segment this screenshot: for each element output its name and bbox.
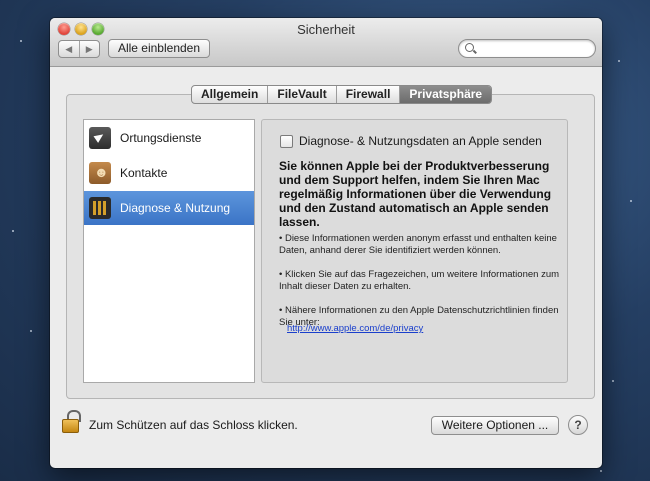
sidebar-item-label: Ortungsdienste bbox=[120, 131, 202, 145]
show-all-button[interactable]: Alle einblenden bbox=[108, 39, 210, 58]
tab-filevault[interactable]: FileVault bbox=[268, 86, 337, 103]
lock-hint: Zum Schützen auf das Schloss klicken. bbox=[89, 418, 298, 432]
tab-general[interactable]: Allgemein bbox=[192, 86, 269, 103]
forward-icon[interactable]: ▶ bbox=[80, 41, 100, 57]
intro-text: Sie können Apple bei der Produktverbesse… bbox=[279, 159, 552, 229]
search-field[interactable] bbox=[458, 39, 596, 58]
security-window: Sicherheit ◀ ▶ Alle einblenden Allgemein… bbox=[50, 18, 602, 468]
checkbox-label: Diagnose- & Nutzungsdaten an Apple sende… bbox=[299, 134, 542, 148]
info-bullet-anonymous: • Diese Informationen werden anonym erfa… bbox=[279, 233, 557, 256]
window-title: Sicherheit bbox=[297, 22, 355, 37]
sidebar-item-location-services[interactable]: Ortungsdienste bbox=[84, 121, 254, 155]
lock-icon[interactable] bbox=[62, 410, 81, 433]
nav-buttons: ◀ ▶ bbox=[58, 40, 100, 58]
diagnostics-pane: Diagnose- & Nutzungsdaten an Apple sende… bbox=[261, 119, 568, 383]
help-button[interactable]: ? bbox=[568, 415, 588, 435]
info-bullet-help: • Klicken Sie auf das Fragezeichen, um w… bbox=[279, 269, 560, 292]
privacy-category-list: Ortungsdienste Kontakte Diagnose & Nutzu… bbox=[83, 119, 255, 383]
search-input[interactable] bbox=[479, 41, 593, 57]
tab-firewall[interactable]: Firewall bbox=[337, 86, 401, 103]
sidebar-item-label: Diagnose & Nutzung bbox=[120, 201, 231, 215]
sidebar-item-contacts[interactable]: Kontakte bbox=[84, 156, 254, 190]
contacts-book-icon bbox=[89, 162, 111, 184]
sidebar-item-diagnostics[interactable]: Diagnose & Nutzung bbox=[84, 191, 254, 225]
tab-privacy[interactable]: Privatsphäre bbox=[400, 86, 492, 103]
privacy-link[interactable]: http://www.apple.com/de/privacy bbox=[287, 323, 423, 334]
title-bar: Sicherheit ◀ ▶ Alle einblenden bbox=[50, 18, 602, 67]
checkbox-box[interactable] bbox=[280, 134, 293, 148]
search-icon bbox=[465, 43, 474, 52]
tab-bar: Allgemein FileVault Firewall Privatsphär… bbox=[191, 85, 493, 104]
back-icon[interactable]: ◀ bbox=[59, 41, 80, 57]
diagnostics-icon bbox=[89, 197, 111, 219]
location-arrow-icon bbox=[89, 127, 111, 149]
send-diagnostics-checkbox[interactable]: Diagnose- & Nutzungsdaten an Apple sende… bbox=[280, 134, 542, 148]
more-options-button[interactable]: Weitere Optionen ... bbox=[431, 416, 559, 435]
sidebar-item-label: Kontakte bbox=[120, 166, 168, 180]
